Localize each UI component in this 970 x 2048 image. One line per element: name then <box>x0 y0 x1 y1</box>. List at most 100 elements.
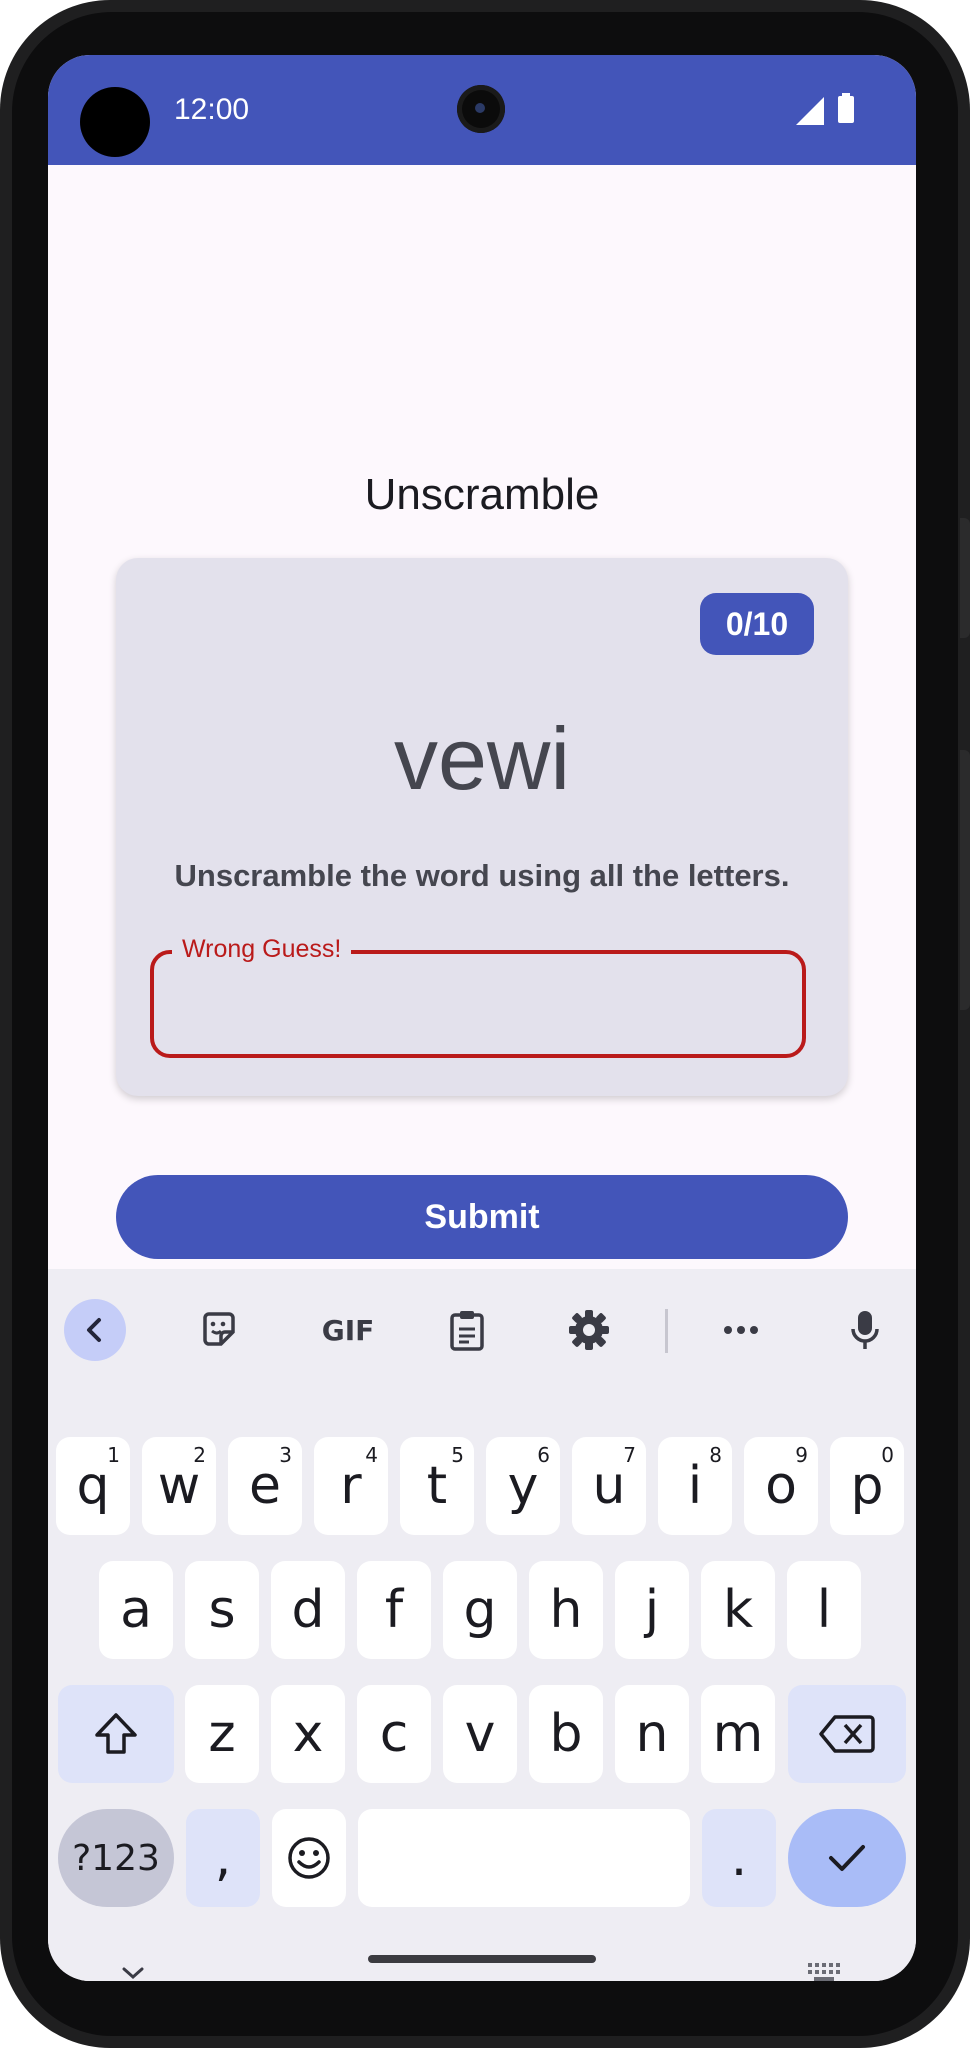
key-g[interactable]: g <box>443 1561 517 1659</box>
guess-error-label: Wrong Guess! <box>172 934 352 964</box>
gif-icon[interactable]: GIF <box>312 1299 384 1361</box>
signal-icon <box>796 97 824 125</box>
key-label: q <box>76 1456 110 1516</box>
key-o[interactable]: o9 <box>744 1437 818 1535</box>
clipboard-icon[interactable] <box>436 1299 498 1361</box>
key-r[interactable]: r4 <box>314 1437 388 1535</box>
scrambled-word: vewi <box>393 709 571 808</box>
phone-frame: 12:00 Unscramble 0/10 vewi Unscramble th… <box>0 0 970 2048</box>
shift-icon <box>95 1713 137 1754</box>
power-button <box>960 750 970 1010</box>
key-hint: 8 <box>709 1443 722 1467</box>
key-label: o <box>765 1456 797 1516</box>
key-v[interactable]: v <box>443 1685 517 1783</box>
comma-key[interactable]: , <box>186 1809 260 1907</box>
key-p[interactable]: p0 <box>830 1437 904 1535</box>
key-k[interactable]: k <box>701 1561 775 1659</box>
key-label: y <box>507 1456 539 1516</box>
key-label: t <box>426 1456 448 1516</box>
check-icon <box>829 1845 865 1871</box>
key-q[interactable]: q1 <box>56 1437 130 1535</box>
key-hint: 9 <box>795 1443 808 1467</box>
key-n[interactable]: n <box>615 1685 689 1783</box>
more-icon[interactable] <box>710 1299 772 1361</box>
front-camera <box>457 85 505 133</box>
key-label: h <box>549 1580 583 1640</box>
key-label: d <box>291 1580 325 1640</box>
key-l[interactable]: l <box>787 1561 861 1659</box>
guess-input[interactable] <box>150 950 806 1058</box>
emoji-key[interactable] <box>272 1809 346 1907</box>
key-label: e <box>249 1456 281 1516</box>
key-m[interactable]: m <box>701 1685 775 1783</box>
key-hint: 6 <box>537 1443 550 1467</box>
instructions-text: Unscramble the word using all the letter… <box>174 858 790 893</box>
key-t[interactable]: t5 <box>400 1437 474 1535</box>
period-key[interactable]: . <box>702 1809 776 1907</box>
battery-icon <box>838 93 854 123</box>
key-label: z <box>208 1704 236 1764</box>
soft-keyboard: GIF q1w2e3r4t5y6u7i8o9p0asdfghjklzxcvbnm <box>48 1269 916 1981</box>
key-hint: 2 <box>193 1443 206 1467</box>
game-card: 0/10 vewi Unscramble the word using all … <box>116 558 848 1096</box>
mic-icon[interactable] <box>834 1299 896 1361</box>
key-label: a <box>120 1580 152 1640</box>
key-label: j <box>644 1580 660 1640</box>
key-label: v <box>464 1704 496 1764</box>
app-title: Unscramble <box>364 470 600 519</box>
key-b[interactable]: b <box>529 1685 603 1783</box>
key-label: x <box>292 1704 324 1764</box>
key-hint: 0 <box>881 1443 894 1467</box>
key-i[interactable]: i8 <box>658 1437 732 1535</box>
hide-keyboard-icon[interactable] <box>120 1965 146 1981</box>
key-label: f <box>384 1580 404 1640</box>
key-label: r <box>340 1456 362 1516</box>
key-hint: 5 <box>451 1443 464 1467</box>
status-time: 12:00 <box>174 93 250 126</box>
key-label: l <box>816 1580 832 1640</box>
key-c[interactable]: c <box>357 1685 431 1783</box>
key-label: b <box>549 1704 583 1764</box>
submit-button[interactable]: Submit <box>116 1175 848 1259</box>
key-z[interactable]: z <box>185 1685 259 1783</box>
key-e[interactable]: e3 <box>228 1437 302 1535</box>
home-indicator[interactable] <box>368 1955 596 1963</box>
shift-key[interactable] <box>58 1685 174 1783</box>
emoji-icon <box>288 1837 330 1879</box>
key-label: s <box>208 1580 236 1640</box>
keyboard-switch-icon[interactable] <box>806 1961 842 1981</box>
key-x[interactable]: x <box>271 1685 345 1783</box>
backspace-icon <box>819 1715 875 1753</box>
key-label: c <box>379 1704 409 1764</box>
key-y[interactable]: y6 <box>486 1437 560 1535</box>
key-s[interactable]: s <box>185 1561 259 1659</box>
key-hint: 3 <box>279 1443 292 1467</box>
key-w[interactable]: w2 <box>142 1437 216 1535</box>
word-count-badge: 0/10 <box>700 593 814 655</box>
key-label: p <box>850 1456 884 1516</box>
gear-icon[interactable] <box>558 1299 620 1361</box>
sticker-icon[interactable] <box>188 1299 250 1361</box>
key-label: u <box>592 1456 626 1516</box>
back-icon[interactable] <box>64 1299 126 1361</box>
key-label: m <box>712 1704 764 1764</box>
key-d[interactable]: d <box>271 1561 345 1659</box>
status-bar: 12:00 <box>48 55 916 165</box>
key-label: g <box>463 1580 497 1640</box>
space-key[interactable] <box>358 1809 690 1907</box>
volume-button <box>960 518 970 638</box>
key-u[interactable]: u7 <box>572 1437 646 1535</box>
key-f[interactable]: f <box>357 1561 431 1659</box>
key-hint: 1 <box>107 1443 120 1467</box>
symbols-key[interactable]: ?123 <box>58 1809 174 1907</box>
camera-cutout <box>80 87 150 157</box>
key-label: i <box>687 1456 703 1516</box>
backspace-key[interactable] <box>788 1685 906 1783</box>
key-a[interactable]: a <box>99 1561 173 1659</box>
enter-key[interactable] <box>788 1809 906 1907</box>
key-j[interactable]: j <box>615 1561 689 1659</box>
toolbar-separator <box>665 1309 668 1353</box>
key-hint: 7 <box>623 1443 636 1467</box>
key-label: n <box>635 1704 669 1764</box>
key-h[interactable]: h <box>529 1561 603 1659</box>
